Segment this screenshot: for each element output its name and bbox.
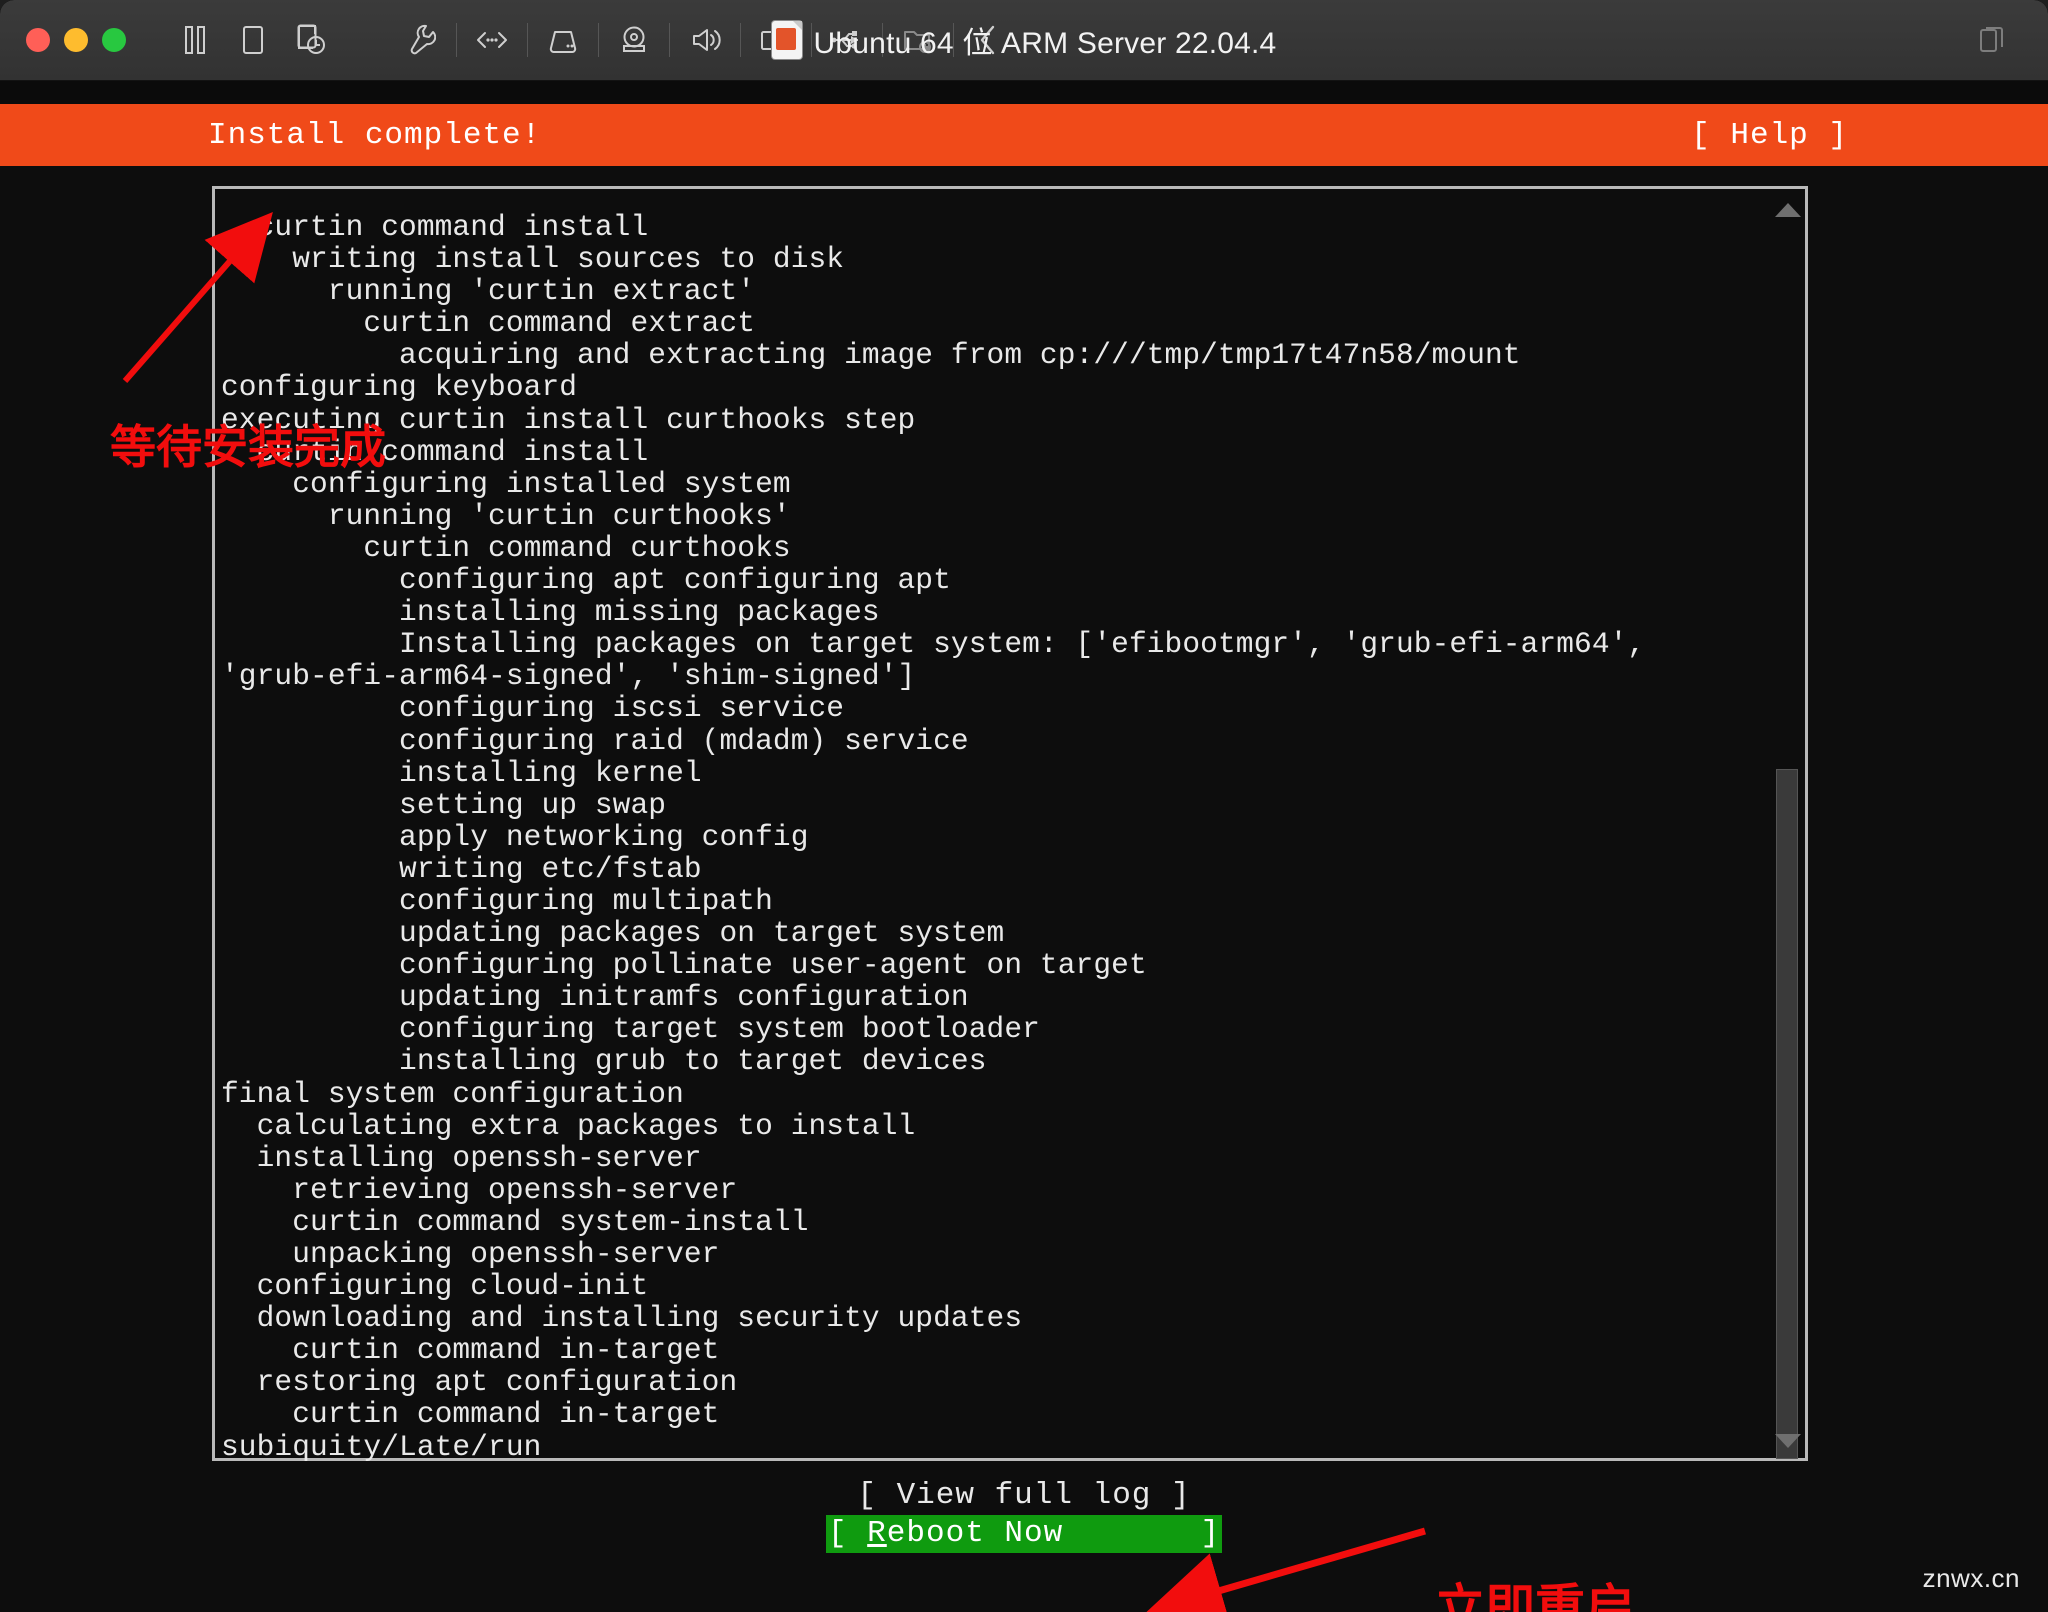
cd-dvd-icon[interactable] — [605, 12, 663, 68]
shared-folders-icon[interactable] — [889, 12, 947, 68]
vm-window: Ubuntu 64 位 ARM Server 22.04.4 Install c… — [0, 0, 2048, 1612]
hard-disk-icon[interactable] — [534, 12, 592, 68]
toolbar-separator — [882, 23, 883, 57]
annotation-arrow-reboot — [1146, 1527, 1426, 1612]
toolbar-separator — [811, 23, 812, 57]
stop-icon[interactable] — [224, 12, 282, 68]
traffic-light-group — [26, 28, 126, 52]
toolbar-separator — [456, 23, 457, 57]
watermark: znwx.cn — [1922, 1563, 2020, 1593]
sound-icon[interactable] — [676, 12, 734, 68]
toolbar-separator — [527, 23, 528, 57]
toolbar-right-group — [1964, 0, 2022, 80]
zoom-button[interactable] — [102, 28, 126, 52]
camera-icon[interactable] — [747, 12, 805, 68]
snapshot-icon[interactable] — [282, 12, 340, 68]
toolbar-separator — [740, 23, 741, 57]
usb-icon[interactable] — [818, 12, 876, 68]
settings-wrench-icon[interactable] — [392, 12, 450, 68]
toolbar-vm-controls — [166, 12, 340, 68]
toolbar-separator — [598, 23, 599, 57]
annotation-reboot-now: 立即重启 — [1435, 1580, 1635, 1612]
unity-windows-icon[interactable] — [1964, 12, 2022, 68]
toolbar-devices — [392, 12, 1018, 68]
pause-icon[interactable] — [166, 12, 224, 68]
toolbar-separator — [669, 23, 670, 57]
guest-screen: Install complete! [ Help ] curtin comman… — [0, 81, 2048, 1612]
window-titlebar — [0, 0, 2048, 81]
toolbar-separator — [953, 23, 954, 57]
minimize-button[interactable] — [64, 28, 88, 52]
close-button[interactable] — [26, 28, 50, 52]
network-icon[interactable] — [463, 12, 521, 68]
collapse-chevron-icon[interactable] — [960, 12, 1018, 68]
